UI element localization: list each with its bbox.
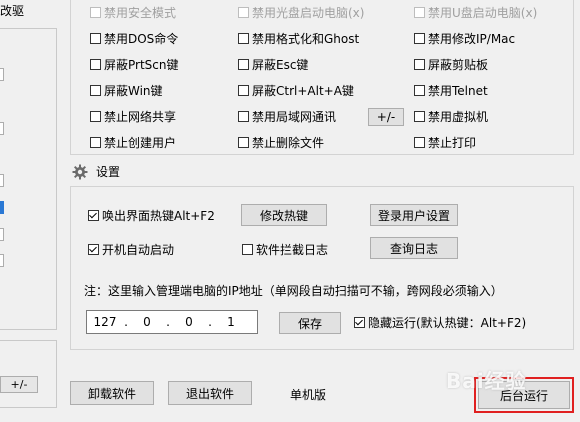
hidden-run-checkbox-box[interactable] xyxy=(354,316,365,328)
permission-label: 禁用修改IP/Mac xyxy=(428,31,516,46)
permission-checkbox[interactable]: 屏蔽Win键 xyxy=(90,82,163,98)
permission-checkbox-box[interactable] xyxy=(90,32,101,44)
left-control-3[interactable] xyxy=(0,174,4,187)
autostart-label: 开机自动启动 xyxy=(102,242,175,257)
hidden-run-checkbox[interactable]: 隐藏运行(默认热键：Alt+F2) xyxy=(354,314,526,330)
intercept-log-checkbox[interactable]: 软件拦截日志 xyxy=(242,241,328,257)
permission-label: 禁止打印 xyxy=(428,135,477,150)
permission-checkbox-box[interactable] xyxy=(414,32,425,44)
ip-octet-3[interactable]: 0 xyxy=(171,315,207,329)
permission-label: 屏蔽PrtScn键 xyxy=(104,57,179,72)
permission-checkbox-box[interactable] xyxy=(238,6,249,18)
left-control-5[interactable] xyxy=(0,254,4,267)
left-control-4[interactable] xyxy=(0,228,4,241)
permission-checkbox[interactable]: 禁止创建用户 xyxy=(90,134,176,150)
permission-checkbox[interactable]: 禁用U盘启动电脑(x) xyxy=(414,4,537,20)
permission-checkbox[interactable]: 禁止打印 xyxy=(414,134,476,150)
permission-checkbox[interactable]: 禁用Telnet xyxy=(414,82,488,98)
permission-checkbox-box[interactable] xyxy=(414,6,425,18)
permission-checkbox-box[interactable] xyxy=(90,84,101,96)
left-control-1[interactable] xyxy=(0,68,4,81)
permission-checkbox[interactable]: 禁用光盘启动电脑(x) xyxy=(238,4,364,20)
permission-checkbox-box[interactable] xyxy=(90,136,101,148)
permission-checkbox-box[interactable] xyxy=(238,110,249,122)
left-lower-group-box xyxy=(0,340,57,408)
permission-label: 禁用Telnet xyxy=(428,83,488,98)
permission-checkbox[interactable]: 禁用局域网通讯 xyxy=(238,108,336,124)
permission-checkbox[interactable]: 屏蔽剪贴板 xyxy=(414,56,488,72)
left-panel: 改驱 +/- xyxy=(0,0,58,422)
permission-checkbox-box[interactable] xyxy=(238,136,249,148)
left-partial-label: 改驱 xyxy=(0,4,25,18)
permission-checkbox-box[interactable] xyxy=(238,32,249,44)
permission-checkbox[interactable]: 屏蔽PrtScn键 xyxy=(90,56,179,72)
permission-checkbox[interactable]: 禁用修改IP/Mac xyxy=(414,30,515,46)
permission-label: 禁止删除文件 xyxy=(252,135,325,150)
settings-header: 设置 xyxy=(72,163,120,180)
watermark: Bai经验 xyxy=(446,369,527,393)
permission-label: 屏蔽Ctrl+Alt+A键 xyxy=(252,83,354,98)
hotkey-checkbox[interactable]: 唤出界面热键Alt+F2 xyxy=(88,207,215,223)
query-log-button[interactable]: 查询日志 xyxy=(370,237,458,259)
permission-label: 禁用格式化和Ghost xyxy=(252,31,360,46)
gear-icon xyxy=(72,164,88,179)
save-button[interactable]: 保存 xyxy=(279,312,341,334)
exit-button[interactable]: 退出软件 xyxy=(168,381,252,405)
permission-checkbox[interactable]: 禁用虚拟机 xyxy=(414,108,488,124)
permission-label: 禁用安全模式 xyxy=(104,5,177,20)
lan-plus-minus-button[interactable]: +/- xyxy=(368,108,404,126)
permission-label: 禁用U盘启动电脑(x) xyxy=(428,5,538,20)
login-user-settings-button[interactable]: 登录用户设置 xyxy=(370,204,458,226)
modify-hotkey-button[interactable]: 修改热键 xyxy=(241,204,327,226)
permission-checkbox[interactable]: 禁用DOS命令 xyxy=(90,30,178,46)
permission-label: 禁用局域网通讯 xyxy=(252,109,337,124)
left-control-selected[interactable] xyxy=(0,201,4,214)
uninstall-button[interactable]: 卸载软件 xyxy=(70,381,154,405)
ip-octet-4[interactable]: 1 xyxy=(213,315,249,329)
hidden-run-label: 隐藏运行(默认热键：Alt+F2) xyxy=(368,315,527,330)
permission-checkbox-box[interactable] xyxy=(414,136,425,148)
autostart-checkbox[interactable]: 开机自动启动 xyxy=(88,241,174,257)
permission-label: 屏蔽Esc键 xyxy=(252,57,309,72)
permission-checkbox[interactable]: 禁止删除文件 xyxy=(238,134,324,150)
hotkey-label: 唤出界面热键Alt+F2 xyxy=(102,208,215,223)
permission-checkbox-box[interactable] xyxy=(414,84,425,96)
intercept-log-label: 软件拦截日志 xyxy=(256,242,329,257)
intercept-log-checkbox-box[interactable] xyxy=(242,243,253,255)
left-plus-minus-button[interactable]: +/- xyxy=(0,376,38,393)
permission-checkbox[interactable]: 禁止网络共享 xyxy=(90,108,176,124)
permission-checkbox-box[interactable] xyxy=(90,110,101,122)
mode-label: 单机版 xyxy=(290,388,327,402)
left-group-box xyxy=(0,28,57,330)
permission-checkbox[interactable]: 禁用安全模式 xyxy=(90,4,176,20)
permission-checkbox[interactable]: 屏蔽Ctrl+Alt+A键 xyxy=(238,82,354,98)
left-control-2[interactable] xyxy=(0,122,4,135)
autostart-checkbox-box[interactable] xyxy=(88,243,99,255)
ip-octet-1[interactable]: 127 xyxy=(87,315,123,329)
permission-label: 禁用虚拟机 xyxy=(428,109,489,124)
permission-checkbox-box[interactable] xyxy=(414,110,425,122)
ip-note: 注：这里输入管理端电脑的IP地址（单网段自动扫描可不输，跨网段必须输入） xyxy=(84,284,503,298)
permission-label: 屏蔽剪贴板 xyxy=(428,57,489,72)
permission-label: 禁止创建用户 xyxy=(104,135,177,150)
permission-checkbox[interactable]: 禁用格式化和Ghost xyxy=(238,30,359,46)
permission-checkbox[interactable]: 屏蔽Esc键 xyxy=(238,56,308,72)
permission-label: 禁用光盘启动电脑(x) xyxy=(252,5,365,20)
ip-octet-2[interactable]: 0 xyxy=(129,315,165,329)
permission-checkbox-box[interactable] xyxy=(90,6,101,18)
permission-checkbox-box[interactable] xyxy=(238,58,249,70)
ip-address-input[interactable]: 127 . 0 . 0 . 1 xyxy=(86,310,258,334)
permissions-group xyxy=(70,0,574,155)
permission-checkbox-box[interactable] xyxy=(90,58,101,70)
permission-label: 禁用DOS命令 xyxy=(104,31,179,46)
permission-checkbox-box[interactable] xyxy=(414,58,425,70)
settings-title: 设置 xyxy=(96,165,121,179)
hotkey-checkbox-box[interactable] xyxy=(88,209,99,221)
permission-label: 禁止网络共享 xyxy=(104,109,177,124)
permission-label: 屏蔽Win键 xyxy=(104,83,163,98)
permission-checkbox-box[interactable] xyxy=(238,84,249,96)
